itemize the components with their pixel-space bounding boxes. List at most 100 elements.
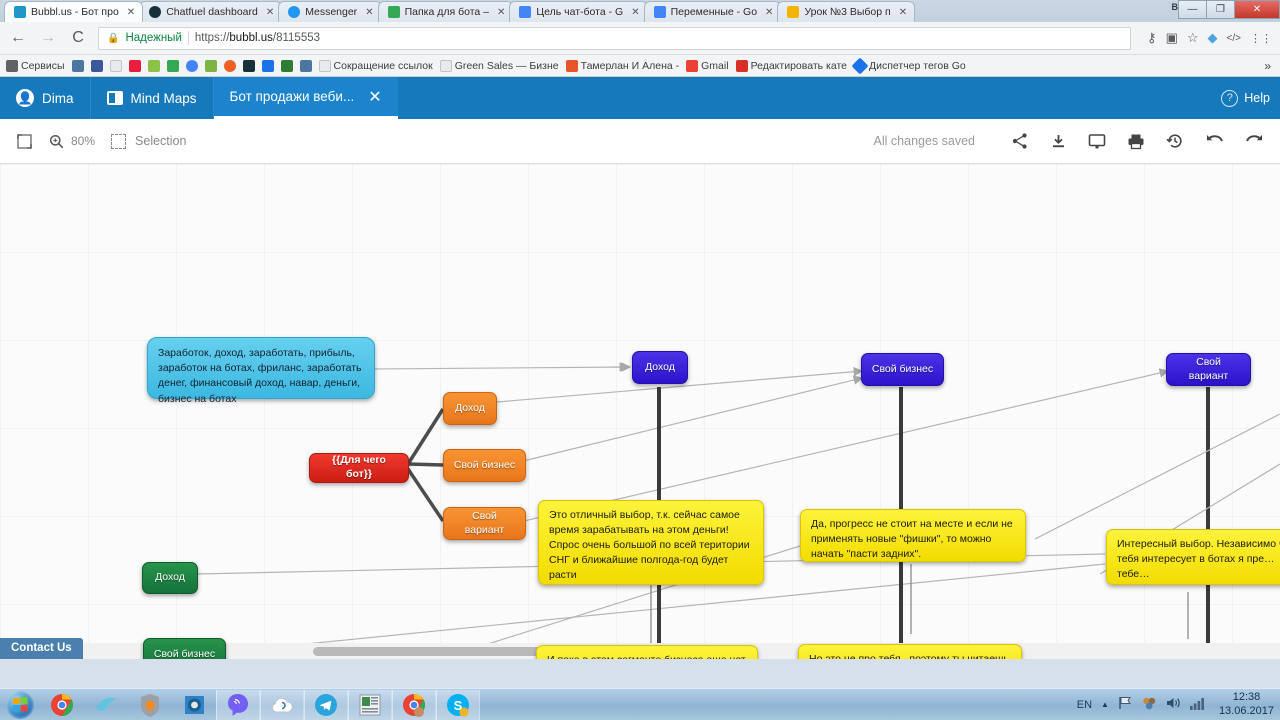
document-tab[interactable]: Бот продажи веби... ✕ — [213, 77, 398, 119]
browser-tab-3[interactable]: Папка для бота – ✕ — [377, 1, 514, 22]
bookmark-bitly[interactable] — [223, 59, 236, 72]
present-icon[interactable] — [1088, 133, 1106, 150]
bookmark-flash[interactable] — [128, 59, 141, 72]
bookmark-chatfuel[interactable] — [242, 59, 255, 72]
print-icon[interactable] — [1127, 133, 1145, 150]
taskbar-item-news-reader[interactable] — [348, 689, 392, 720]
taskbar-clock[interactable]: 12:38 13.06.2017 — [1215, 691, 1274, 719]
translate-icon[interactable]: ▣ — [1166, 30, 1178, 46]
bookmark-green-sales[interactable]: Green Sales — Бизне — [439, 59, 559, 72]
browser-tab-6[interactable]: Урок №3 Выбор п ✕ — [777, 1, 916, 22]
browser-tab-2[interactable]: Messenger ✕ — [278, 1, 382, 22]
bookmark-tamerlan[interactable]: Тамерлан И Алена - — [565, 59, 679, 72]
tab-close-icon[interactable]: ✕ — [362, 7, 373, 18]
bookmark-blue[interactable] — [261, 59, 274, 72]
mindmap-node-root[interactable]: {{Для чего бот}} — [309, 453, 409, 483]
taskbar-item-skype[interactable]: S — [436, 689, 480, 720]
browser-tab-label: Messenger — [305, 6, 358, 18]
signal-bars-icon[interactable] — [1189, 696, 1206, 713]
browser-tab-1[interactable]: Chatfuel dashboard ✕ — [139, 1, 283, 22]
address-bar[interactable]: 🔒 Надежный https://bubbl.us/8115553 — [98, 26, 1132, 50]
bookmark-page[interactable] — [109, 59, 122, 72]
taskbar-item-opera[interactable] — [172, 690, 216, 720]
code-icon[interactable]: </> — [1227, 33, 1241, 44]
bookmark-link-shortener[interactable]: Сокращение ссылок — [318, 59, 433, 72]
menu-icon[interactable]: ⋮⋮ — [1250, 32, 1272, 45]
taskbar-item-chrome-window[interactable] — [392, 689, 436, 720]
tab-close-icon[interactable]: ✕ — [494, 7, 505, 18]
volume-icon[interactable] — [1166, 696, 1181, 713]
undo-icon[interactable] — [1205, 133, 1224, 149]
mindmap-node-keywords[interactable]: Заработок, доход, заработать, прибыль, з… — [147, 337, 375, 405]
show-hidden-icons-button[interactable]: ▲ — [1101, 700, 1109, 709]
help-button[interactable]: ? Help — [1211, 77, 1280, 119]
bookmark-edit-category[interactable]: Редактировать кате — [735, 59, 847, 72]
taskbar-item-hummingbird[interactable] — [84, 690, 128, 720]
share-icon[interactable] — [1011, 132, 1029, 150]
zoom-level: 80% — [71, 134, 96, 148]
mindmap-canvas[interactable]: Заработок, доход, заработать, прибыль, з… — [0, 164, 1280, 659]
mind-maps-nav[interactable]: Mind Maps — [91, 77, 214, 119]
redo-icon[interactable] — [1245, 133, 1264, 149]
language-indicator[interactable]: EN — [1077, 699, 1092, 711]
mindmap-node-purple-business[interactable]: Свой бизнес — [861, 353, 944, 386]
mindmap-node-orange-income[interactable]: Доход — [443, 392, 497, 425]
tab-close-icon[interactable]: ✕ — [896, 7, 907, 18]
arrow-right-icon[interactable]: → — [38, 29, 58, 47]
download-icon[interactable] — [1050, 133, 1067, 150]
mindmap-node-reply-4[interactable]: И пока в этом сегменте бизнеса еще нет к… — [536, 645, 758, 659]
browser-tab-5[interactable]: Переменные - Go ✕ — [643, 1, 782, 22]
fit-to-screen-icon[interactable] — [16, 133, 33, 150]
mindmap-node-green-income[interactable]: Доход — [142, 562, 198, 594]
bookmarks-overflow-icon[interactable]: » — [1264, 59, 1274, 73]
bookmark-apps[interactable]: Сервисы — [6, 59, 65, 72]
taskbar-item-telegram[interactable] — [304, 689, 348, 720]
tab-close-icon[interactable]: ✕ — [628, 7, 639, 18]
mindmap-node-purple-income[interactable]: Доход — [632, 351, 688, 384]
maximize-button[interactable]: ❐ — [1206, 0, 1235, 19]
bookmark-facebook[interactable] — [90, 59, 103, 72]
selection-tool[interactable]: Selection — [111, 133, 186, 149]
key-icon[interactable]: ⚷ — [1147, 30, 1157, 46]
minimize-button[interactable]: — — [1178, 0, 1207, 19]
mindmap-node-orange-custom[interactable]: Свой вариант — [443, 507, 526, 540]
bookmark-paint[interactable] — [147, 59, 160, 72]
reload-icon[interactable]: C — [68, 29, 88, 47]
browser-tab-label: Chatfuel dashboard — [166, 6, 258, 18]
windows-start-button[interactable] — [0, 690, 40, 720]
mindmap-node-orange-business[interactable]: Свой бизнес — [443, 449, 526, 482]
bookmark-vk2[interactable] — [299, 59, 312, 72]
edit-icon — [735, 59, 748, 72]
mindmap-node-purple-custom[interactable]: Свой вариант — [1166, 353, 1251, 386]
account-menu[interactable]: 👤 Dima — [0, 77, 91, 119]
history-icon[interactable] — [1166, 132, 1184, 150]
bookmark-tag-manager[interactable]: Диспетчер тегов Go — [851, 57, 966, 74]
taskbar-item-shield[interactable] — [128, 690, 172, 720]
bookmark-vk[interactable] — [71, 59, 84, 72]
flag-icon[interactable] — [1118, 696, 1133, 713]
mindmap-node-reply-1[interactable]: Это отличный выбор, т.к. сейчас самое вр… — [538, 500, 764, 585]
zoom-control[interactable]: 80% — [49, 134, 95, 149]
bookmark-flag[interactable] — [280, 59, 293, 72]
bookmark-drive[interactable] — [166, 59, 179, 72]
taskbar-item-chrome[interactable] — [40, 690, 84, 720]
bookmark-google[interactable] — [185, 59, 198, 72]
vk-icon — [299, 59, 312, 72]
close-button[interactable]: ✕ — [1234, 0, 1280, 19]
bookmark-analytics[interactable] — [204, 59, 217, 72]
mindmap-node-green-business[interactable]: Свой бизнес — [143, 638, 226, 659]
arrow-left-icon[interactable]: ← — [8, 29, 28, 47]
tab-close-icon[interactable]: ✕ — [263, 7, 274, 18]
bookmark-gmail[interactable]: Gmail — [686, 59, 729, 72]
browser-tab-4[interactable]: Цель чат-бота - G ✕ — [509, 1, 648, 22]
tab-close-icon[interactable]: ✕ — [762, 7, 773, 18]
bookmark-star-icon[interactable]: ☆ — [1187, 30, 1199, 46]
close-icon[interactable]: ✕ — [368, 87, 381, 107]
extension-icon[interactable]: ◆ — [1208, 30, 1218, 46]
contact-us-button[interactable]: Contact Us — [0, 638, 83, 659]
network-icon[interactable] — [1142, 696, 1157, 713]
taskbar-item-icloud[interactable] — [260, 689, 304, 720]
browser-tab-0[interactable]: Bubbl.us - Бот про ✕ — [4, 1, 144, 22]
tab-close-icon[interactable]: ✕ — [124, 7, 135, 18]
taskbar-item-viber[interactable] — [216, 689, 260, 720]
